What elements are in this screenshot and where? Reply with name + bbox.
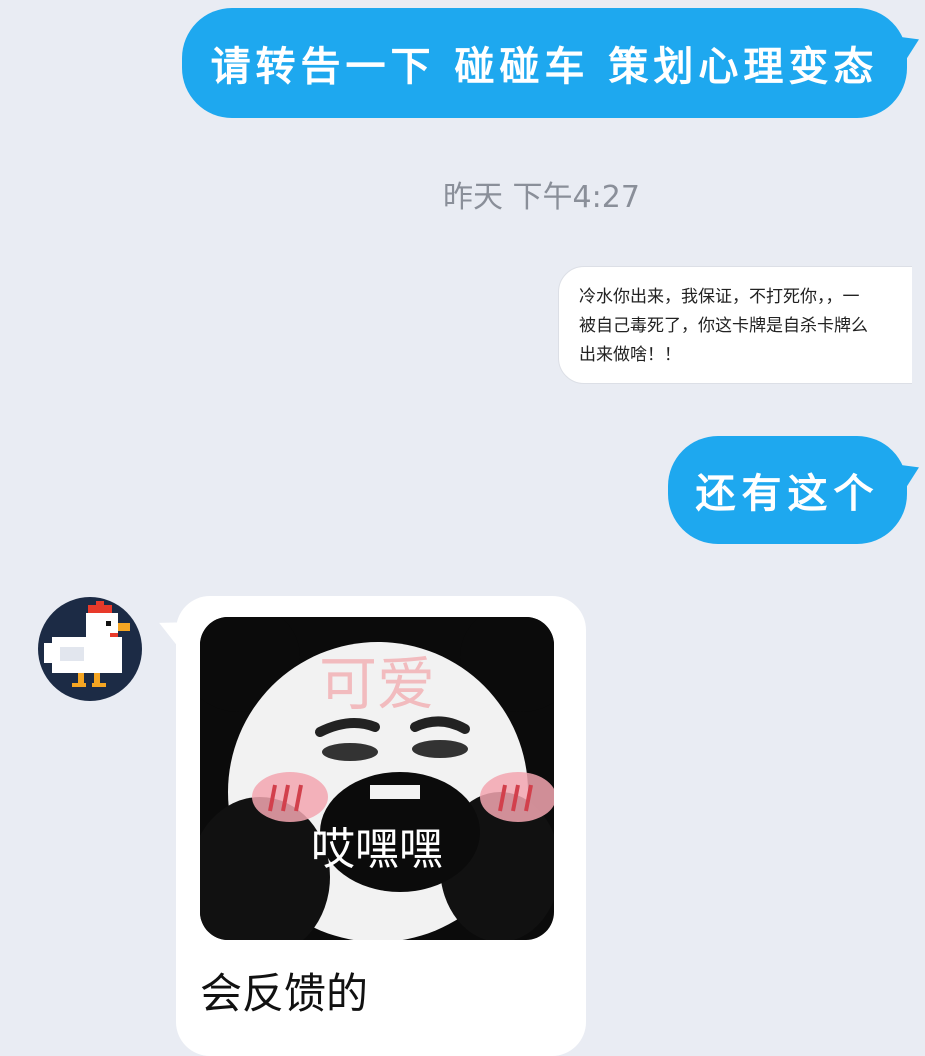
- incoming-message-text: 会反馈的: [200, 969, 369, 1018]
- card-line: 出来做啥！！: [579, 345, 681, 365]
- outgoing-message-text: 请转告一下 碰碰车 策划心理变态: [210, 43, 879, 90]
- card-line: 被自己毒死了，你这卡牌是自杀卡牌么: [579, 316, 868, 336]
- contact-avatar[interactable]: [38, 597, 142, 701]
- card-line: 冷水你出来，我保证，不打死你，，一: [579, 287, 860, 307]
- pixel-chicken-icon: [44, 601, 130, 687]
- message-timestamp: 昨天 下午4:27: [443, 180, 640, 215]
- sticker-top-text: 可爱: [318, 650, 435, 718]
- forwarded-text-card[interactable]: 冷水你出来，我保证，不打死你，，一 被自己毒死了，你这卡牌是自杀卡牌么 出来做啥…: [558, 266, 912, 384]
- outgoing-message-bubble[interactable]: 请转告一下 碰碰车 策划心理变态: [182, 8, 907, 118]
- outgoing-message-text: 还有这个: [695, 470, 880, 517]
- outgoing-message-bubble[interactable]: 还有这个: [668, 436, 907, 544]
- sticker-caption: 哎嘿嘿: [311, 824, 443, 875]
- sticker-image[interactable]: 可爱 哎嘿嘿: [200, 617, 554, 940]
